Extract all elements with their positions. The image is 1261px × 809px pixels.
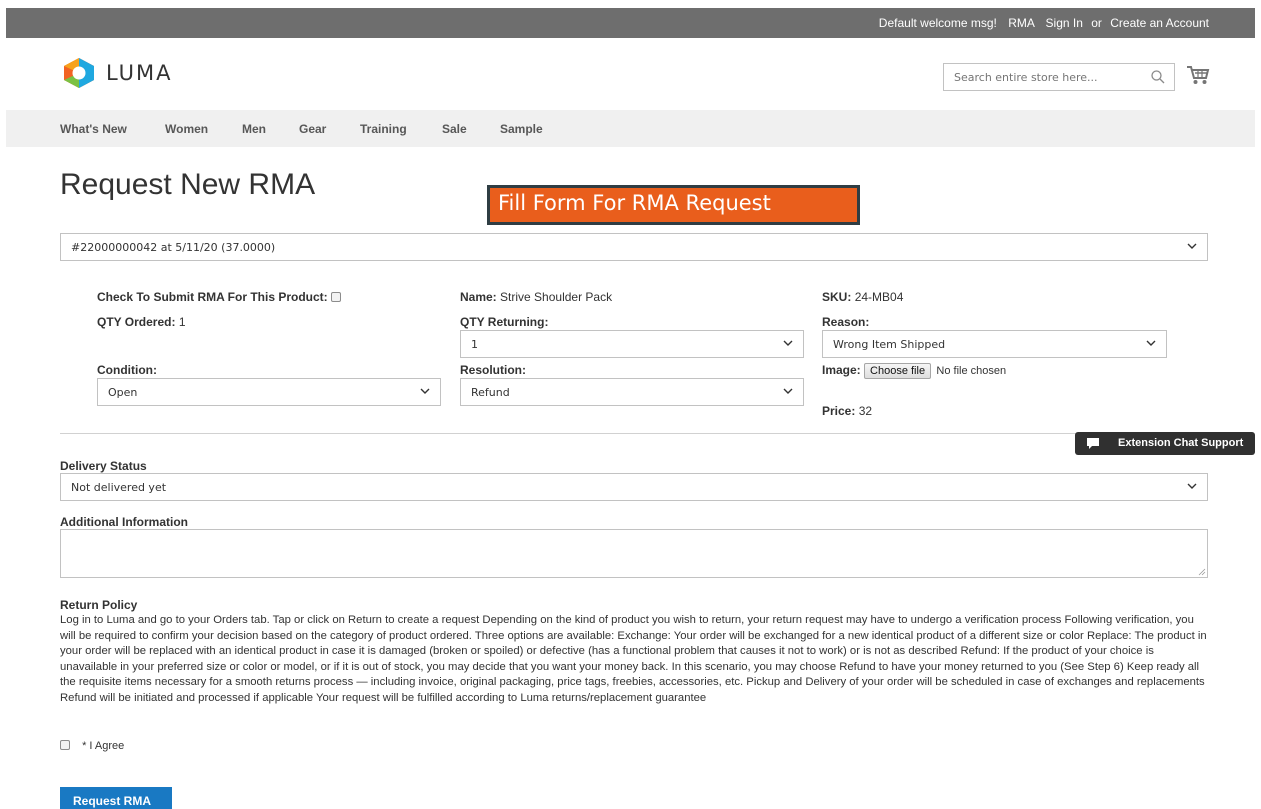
chat-support-label: Extension Chat Support <box>1118 437 1244 449</box>
nav-item-sale[interactable]: Sale <box>442 122 467 136</box>
price-row: Price: 32 <box>822 404 872 418</box>
qty-returning-label: QTY Returning: <box>460 315 549 329</box>
product-name-row: Name: Strive Shoulder Pack <box>460 290 612 304</box>
reason-value: Wrong Item Shipped <box>833 338 946 351</box>
delivery-status-label: Delivery Status <box>60 459 147 473</box>
chat-bubble-icon <box>1087 438 1099 449</box>
condition-value: Open <box>108 386 138 399</box>
choose-file-button[interactable]: Choose file <box>864 363 932 379</box>
cart-icon[interactable] <box>1186 64 1210 86</box>
image-upload-row: Image: Choose file No file chosen <box>822 363 1006 379</box>
name-label: Name: <box>460 290 497 304</box>
qty-returning-select[interactable]: 1 <box>460 330 804 358</box>
product-name: Strive Shoulder Pack <box>500 290 613 304</box>
nav-item-sample[interactable]: Sample <box>500 122 543 136</box>
sku-row: SKU: 24-MB04 <box>822 290 903 304</box>
check-submit-label: Check To Submit RMA For This Product: <box>97 290 328 304</box>
resolution-value: Refund <box>471 386 510 399</box>
resize-grip-icon[interactable] <box>1198 568 1206 576</box>
image-label: Image: <box>822 363 861 377</box>
order-select-value: #22000000042 at 5/11/20 (37.0000) <box>71 241 276 254</box>
chevron-down-icon <box>783 340 793 346</box>
reason-select[interactable]: Wrong Item Shipped <box>822 330 1167 358</box>
delivery-status-select[interactable]: Not delivered yet <box>60 473 1208 501</box>
agree-label: * I Agree <box>82 740 125 752</box>
chevron-down-icon <box>420 388 430 394</box>
qty-ordered-row: QTY Ordered: 1 <box>97 315 186 329</box>
page-title: Request New RMA <box>60 168 316 201</box>
section-divider <box>60 433 1208 434</box>
price-value: 32 <box>858 404 873 418</box>
main-navigation: What's New Women Men Gear Training Sale … <box>6 110 1255 147</box>
chevron-down-icon <box>1187 483 1197 489</box>
agree-checkbox[interactable] <box>60 740 70 750</box>
submit-product-checkbox[interactable] <box>331 292 342 302</box>
nav-item-training[interactable]: Training <box>360 122 407 136</box>
header-links: Default welcome msg! RMA Sign In or Crea… <box>871 16 1209 30</box>
condition-select[interactable]: Open <box>97 378 441 406</box>
resolution-label: Resolution: <box>460 363 526 377</box>
order-select[interactable]: #22000000042 at 5/11/20 (37.0000) <box>60 233 1208 261</box>
return-policy-heading: Return Policy <box>60 598 138 612</box>
no-file-text: No file chosen <box>936 365 1007 377</box>
store-logo[interactable]: LUMA <box>60 56 173 90</box>
search-input[interactable] <box>944 64 1134 90</box>
chevron-down-icon <box>783 388 793 394</box>
nav-item-whats-new[interactable]: What's New <box>60 122 127 136</box>
welcome-message: Default welcome msg! <box>878 16 997 30</box>
search-icon[interactable] <box>1150 69 1166 85</box>
agree-row: * I Agree <box>60 740 124 752</box>
additional-info-textarea[interactable] <box>60 529 1208 578</box>
check-submit-row: Check To Submit RMA For This Product: <box>97 290 342 304</box>
delivery-status-value: Not delivered yet <box>71 481 167 494</box>
nav-item-women[interactable]: Women <box>165 122 208 136</box>
resolution-select[interactable]: Refund <box>460 378 804 406</box>
chat-support-button[interactable]: Extension Chat Support <box>1075 432 1255 455</box>
top-bar: Default welcome msg! RMA Sign In or Crea… <box>6 8 1255 38</box>
return-policy-text: Log in to Luma and go to your Orders tab… <box>60 614 1207 704</box>
sku-value: 24-MB04 <box>854 290 904 304</box>
additional-info-label: Additional Information <box>60 515 188 529</box>
reason-label: Reason: <box>822 315 870 329</box>
chevron-down-icon <box>1146 340 1156 346</box>
logo-text: LUMA <box>106 61 173 85</box>
request-rma-button[interactable]: Request RMA <box>60 787 172 809</box>
nav-item-men[interactable]: Men <box>242 122 266 136</box>
chevron-down-icon <box>1187 243 1197 249</box>
condition-label: Condition: <box>97 363 157 377</box>
qty-ordered-label: QTY Ordered: <box>97 315 176 329</box>
nav-item-gear[interactable]: Gear <box>299 122 326 136</box>
luma-logo-icon <box>64 58 94 88</box>
sku-label: SKU: <box>822 290 852 304</box>
sign-in-link[interactable]: Sign In <box>1046 16 1083 30</box>
rma-link[interactable]: RMA <box>1008 16 1034 30</box>
or-text: or <box>1091 16 1102 30</box>
qty-ordered-value: 1 <box>178 315 186 329</box>
create-account-link[interactable]: Create an Account <box>1110 16 1209 30</box>
qty-returning-value: 1 <box>471 338 478 351</box>
instruction-banner: Fill Form For RMA Request <box>487 185 860 225</box>
search-box[interactable] <box>943 63 1175 91</box>
price-label: Price: <box>822 404 856 418</box>
